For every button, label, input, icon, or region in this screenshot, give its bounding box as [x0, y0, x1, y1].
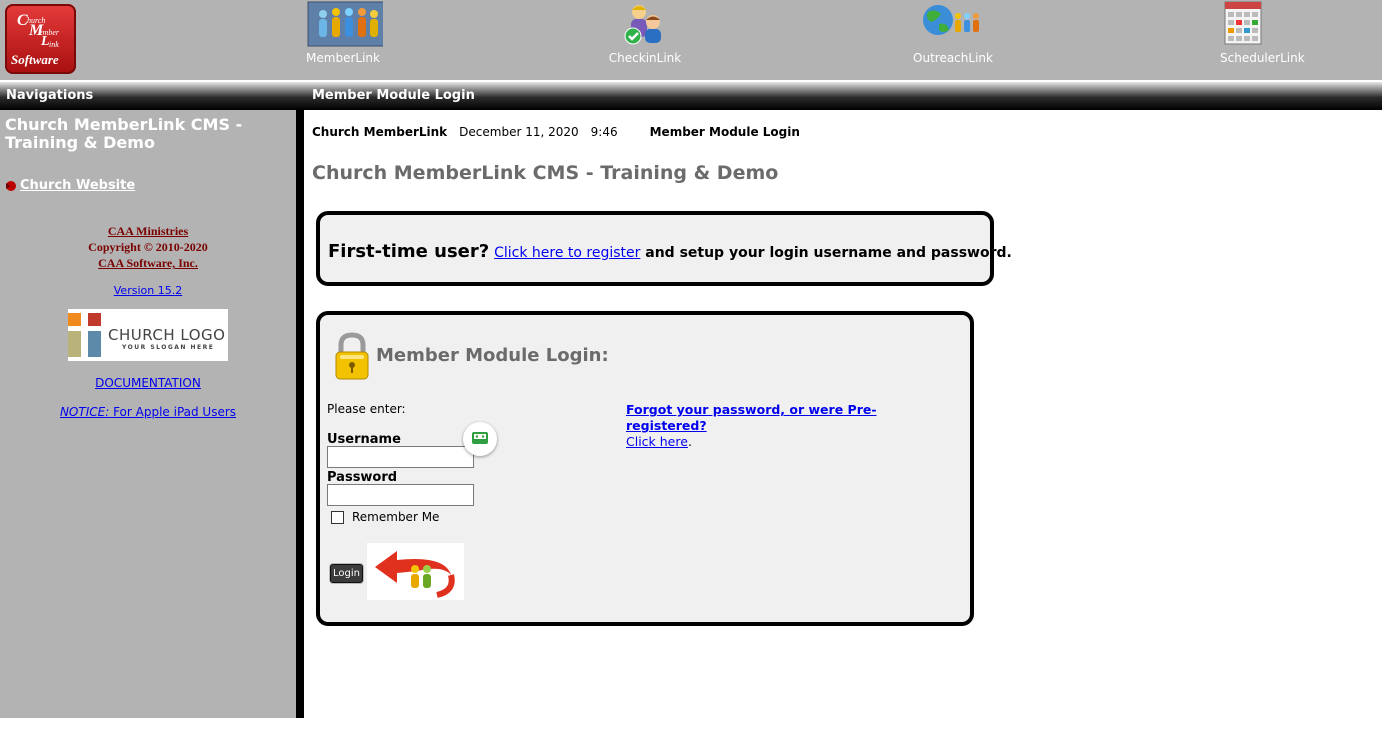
- red-bullet-icon: [4, 180, 16, 192]
- nav-memberlink[interactable]: MemberLink: [303, 0, 387, 78]
- please-enter-label: Please enter:: [327, 402, 406, 416]
- remember-me-label: Remember Me: [352, 510, 440, 524]
- remember-me-checkbox[interactable]: [331, 510, 344, 524]
- nav-checkinlink-label: CheckinLink: [608, 51, 682, 65]
- first-time-user-label: First-time user?: [328, 241, 490, 262]
- register-panel: First-time user? Click here to register …: [316, 211, 1012, 286]
- forgot-password-block: Forgot your password, or were Pre-regist…: [626, 402, 906, 450]
- remember-me-row: Remember Me: [331, 510, 439, 524]
- copyright-text: Copyright © 2010-2020: [88, 240, 208, 254]
- register-text: First-time user? Click here to register …: [328, 241, 1012, 262]
- nav-outreachlink[interactable]: OutreachLink: [913, 0, 993, 78]
- app-name: Church MemberLink: [312, 125, 448, 139]
- page-title: Church MemberLink CMS - Training & Demo: [312, 162, 779, 184]
- nav-schedulerlink[interactable]: SchedulerLink: [1220, 0, 1305, 78]
- login-button[interactable]: Login: [330, 564, 363, 583]
- login-heading: Member Module Login:: [376, 345, 609, 366]
- scheduler-link-icon: [1222, 0, 1302, 48]
- section-header-strip: Navigations Member Module Login: [0, 82, 1382, 110]
- current-time: 9:46: [590, 125, 618, 139]
- page-section-heading: Member Module Login: [312, 88, 475, 103]
- navigations-heading: Navigations: [6, 88, 94, 103]
- forgot-password-link[interactable]: Forgot your password, or were Pre-regist…: [626, 402, 877, 433]
- church-website-link-row: Church Website: [4, 178, 135, 193]
- sidebar-title: Church MemberLink CMS - Training & Demo: [5, 115, 243, 152]
- church-logo-text: CHURCH LOGO: [108, 326, 226, 344]
- notice-row: NOTICE: For Apple iPad Users: [0, 405, 296, 419]
- padlock-icon: [332, 331, 372, 381]
- nav-memberlink-label: MemberLink: [306, 51, 380, 65]
- outreach-link-icon: [913, 0, 993, 48]
- copyright-block: CAA Ministries Copyright © 2010-2020 CAA…: [0, 223, 296, 271]
- username-label: Username: [327, 432, 401, 447]
- status-line: Church MemberLink December 11, 2020 9:46…: [312, 125, 800, 139]
- documentation-link[interactable]: DOCUMENTATION: [95, 376, 201, 390]
- top-navigation-bar: C hurch M ember L ink Software MemberLin…: [0, 0, 1382, 80]
- ipad-notice-link[interactable]: NOTICE: For Apple iPad Users: [60, 405, 236, 419]
- arrow-people-icon: [367, 543, 464, 600]
- login-panel: Member Module Login: Please enter: Usern…: [316, 311, 974, 626]
- version-row: Version 15.2: [0, 284, 296, 297]
- forgot-click-here-link[interactable]: Click here: [626, 434, 688, 449]
- nav-checkinlink[interactable]: CheckinLink: [605, 0, 685, 78]
- notice-text: For Apple iPad Users: [109, 405, 237, 419]
- click-here-suffix: .: [687, 434, 692, 449]
- version-link[interactable]: Version 15.2: [114, 284, 182, 297]
- nav-outreachlink-label: OutreachLink: [913, 51, 993, 65]
- password-label: Password: [327, 470, 398, 485]
- caa-ministries-link[interactable]: CAA Ministries: [0, 223, 296, 239]
- password-input[interactable]: [327, 484, 474, 506]
- current-date: December 11, 2020: [459, 125, 579, 139]
- church-logo-image: CHURCH LOGO YOUR SLOGAN HERE: [68, 309, 228, 361]
- church-website-link[interactable]: Church Website: [20, 178, 135, 193]
- password-manager-icon[interactable]: [463, 422, 497, 456]
- checkin-link-icon: [605, 0, 685, 48]
- documentation-row: DOCUMENTATION: [0, 376, 296, 390]
- church-logo-slogan: YOUR SLOGAN HERE: [122, 344, 215, 351]
- module-name: Member Module Login: [649, 125, 800, 139]
- sidebar: Church MemberLink CMS - Training & Demo …: [0, 110, 296, 718]
- logo-text-software: Software: [11, 52, 59, 67]
- caa-software-link[interactable]: CAA Software, Inc.: [0, 255, 296, 271]
- register-rest-text: and setup your login username and passwo…: [640, 245, 1012, 261]
- username-input[interactable]: [327, 446, 474, 468]
- member-link-icon: [303, 0, 387, 48]
- sidebar-divider: [296, 110, 304, 718]
- notice-prefix: NOTICE:: [59, 405, 110, 419]
- church-memberlink-software-logo[interactable]: C hurch M ember L ink Software: [5, 4, 76, 74]
- register-link[interactable]: Click here to register: [494, 245, 640, 261]
- nav-schedulerlink-label: SchedulerLink: [1220, 51, 1305, 65]
- logo-text-ink: ink: [49, 40, 59, 49]
